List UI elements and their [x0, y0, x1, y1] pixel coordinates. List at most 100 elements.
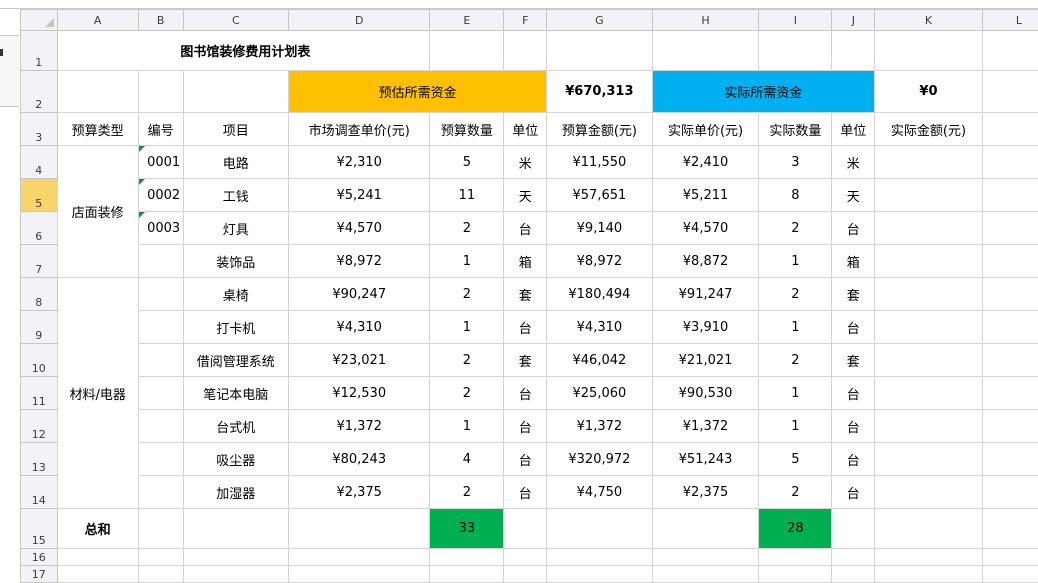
cell[interactable]	[182, 548, 290, 566]
column-header-b[interactable]: B	[137, 9, 184, 31]
column-header-e[interactable]: E	[429, 9, 505, 31]
code-cell[interactable]	[137, 376, 184, 410]
column-header-h[interactable]: H	[651, 9, 760, 31]
actual-price-cell[interactable]: ¥21,021	[651, 343, 760, 377]
cell[interactable]	[651, 508, 760, 549]
actual-unit-cell[interactable]: 台	[831, 376, 876, 410]
actual-unit-cell[interactable]: 套	[831, 343, 876, 377]
cell[interactable]	[981, 548, 1038, 566]
budget-cell[interactable]: ¥25,060	[546, 376, 653, 410]
row-header[interactable]: 16	[20, 548, 58, 566]
item-cell[interactable]: 工钱	[182, 178, 290, 212]
qty-cell[interactable]: 2	[429, 475, 505, 509]
unit-cell[interactable]: 台	[503, 310, 548, 344]
header-cell[interactable]: 预算数量	[429, 112, 505, 146]
actual-amount-cell[interactable]	[874, 310, 983, 344]
cell[interactable]	[831, 508, 876, 549]
actual-amount-cell[interactable]	[874, 244, 983, 278]
unit-cell[interactable]: 天	[503, 178, 548, 212]
select-all-corner[interactable]	[20, 9, 58, 31]
qty-cell[interactable]: 2	[429, 277, 505, 311]
cell[interactable]	[758, 565, 833, 583]
qty-cell[interactable]: 1	[429, 244, 505, 278]
cell[interactable]	[56, 70, 139, 113]
actual-price-cell[interactable]: ¥4,570	[651, 211, 760, 245]
cell[interactable]	[981, 244, 1038, 278]
actual-unit-cell[interactable]: 台	[831, 310, 876, 344]
cell[interactable]	[429, 548, 505, 566]
cell[interactable]	[758, 30, 833, 71]
row-header[interactable]: 6	[20, 211, 58, 245]
budget-cell[interactable]: ¥8,972	[546, 244, 653, 278]
unit-cell[interactable]: 米	[503, 145, 548, 179]
code-cell[interactable]	[137, 277, 184, 311]
code-cell[interactable]	[137, 475, 184, 509]
cell[interactable]	[56, 548, 139, 566]
price-cell[interactable]: ¥90,247	[288, 277, 431, 311]
cell[interactable]	[981, 277, 1038, 311]
header-cell[interactable]: 市场调查单价(元)	[288, 112, 431, 146]
price-cell[interactable]: ¥1,372	[288, 409, 431, 443]
cell[interactable]	[758, 548, 833, 566]
cell[interactable]	[651, 565, 760, 583]
cell[interactable]	[981, 30, 1038, 71]
actual-price-cell[interactable]: ¥1,372	[651, 409, 760, 443]
price-cell[interactable]: ¥2,375	[288, 475, 431, 509]
item-cell[interactable]: 笔记本电脑	[182, 376, 290, 410]
header-cell[interactable]: 项目	[182, 112, 290, 146]
actual-unit-cell[interactable]: 台	[831, 211, 876, 245]
actual-qty-cell[interactable]: 8	[758, 178, 833, 212]
header-cell[interactable]: 单位	[831, 112, 876, 146]
unit-cell[interactable]: 台	[503, 409, 548, 443]
column-header-k[interactable]: K	[874, 9, 983, 31]
column-header-c[interactable]: C	[182, 9, 290, 31]
code-cell[interactable]	[137, 310, 184, 344]
cell[interactable]	[981, 112, 1038, 146]
code-cell[interactable]	[137, 409, 184, 443]
row-header[interactable]: 15	[20, 508, 58, 549]
cell[interactable]	[981, 178, 1038, 212]
qty-cell[interactable]: 2	[429, 211, 505, 245]
actual-amount-cell[interactable]	[874, 145, 983, 179]
row-header[interactable]: 13	[20, 442, 58, 476]
cell[interactable]	[137, 70, 184, 113]
actual-amount-cell[interactable]	[874, 409, 983, 443]
column-header-d[interactable]: D	[288, 9, 431, 31]
cell[interactable]	[546, 565, 653, 583]
actual-qty-cell[interactable]: 5	[758, 442, 833, 476]
qty-cell[interactable]: 2	[429, 343, 505, 377]
price-cell[interactable]: ¥80,243	[288, 442, 431, 476]
row-header-selected[interactable]: 5	[20, 178, 58, 212]
cell[interactable]	[981, 211, 1038, 245]
row-header[interactable]: 14	[20, 475, 58, 509]
cell[interactable]	[56, 565, 139, 583]
actual-amount-cell[interactable]	[874, 343, 983, 377]
qty-cell[interactable]: 1	[429, 310, 505, 344]
unit-cell[interactable]: 箱	[503, 244, 548, 278]
actual-unit-cell[interactable]: 天	[831, 178, 876, 212]
code-cell[interactable]: 0001	[137, 145, 184, 179]
cell[interactable]	[288, 508, 431, 549]
group-label-materials[interactable]: 材料/电器	[56, 277, 139, 509]
qty-cell[interactable]: 2	[429, 376, 505, 410]
cell[interactable]	[874, 565, 983, 583]
cell[interactable]	[831, 548, 876, 566]
actual-price-cell[interactable]: ¥3,910	[651, 310, 760, 344]
qty-cell[interactable]: 4	[429, 442, 505, 476]
budget-cell[interactable]: ¥1,372	[546, 409, 653, 443]
sheet-title[interactable]: 图书馆装修费用计划表	[56, 30, 431, 71]
cell[interactable]	[831, 565, 876, 583]
cell[interactable]	[831, 30, 876, 71]
actual-funds-label[interactable]: 实际所需资金	[651, 70, 876, 113]
actual-amount-cell[interactable]	[874, 376, 983, 410]
group-label-storefront[interactable]: 店面装修	[56, 145, 139, 278]
totals-label[interactable]: 总和	[56, 508, 139, 549]
row-header[interactable]: 17	[20, 565, 58, 583]
row-header[interactable]: 7	[20, 244, 58, 278]
qty-cell[interactable]: 11	[429, 178, 505, 212]
cell[interactable]	[981, 508, 1038, 549]
cell[interactable]	[981, 475, 1038, 509]
cell[interactable]	[981, 343, 1038, 377]
row-header[interactable]: 12	[20, 409, 58, 443]
actual-price-cell[interactable]: ¥5,211	[651, 178, 760, 212]
